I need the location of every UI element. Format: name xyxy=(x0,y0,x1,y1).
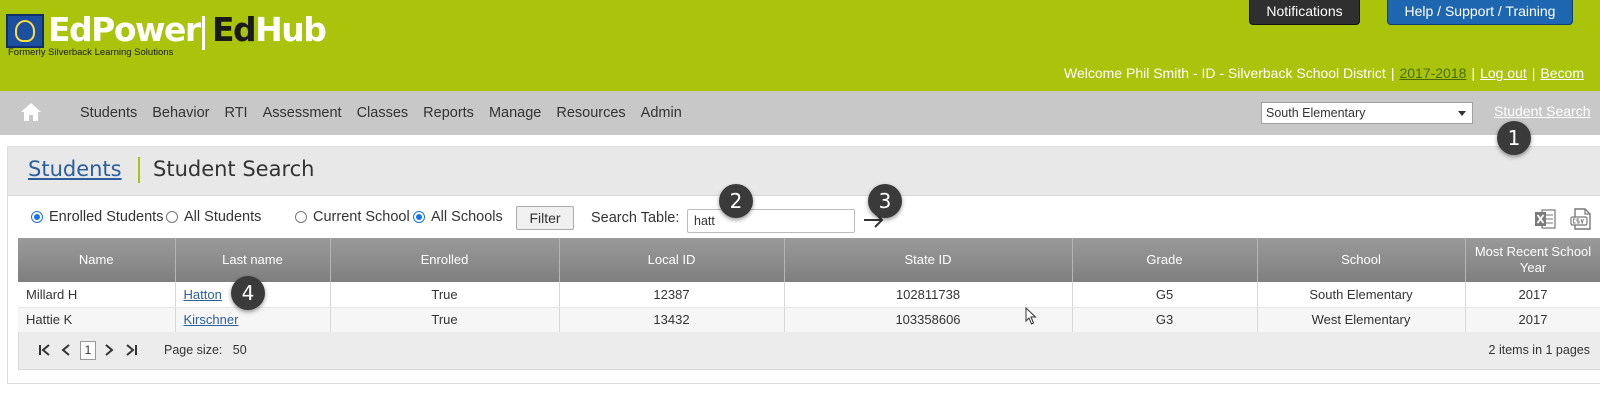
last-page-icon[interactable] xyxy=(125,342,139,358)
all-students-label[interactable]: All Students xyxy=(184,209,261,225)
nav-item-assessment[interactable]: Assessment xyxy=(263,105,342,121)
cell-name: Millard H xyxy=(18,282,176,308)
table-pager: 1 Page size: 50 2 items in 1 pages xyxy=(18,332,1600,370)
first-page-icon[interactable] xyxy=(37,342,51,358)
student-search-link[interactable]: Student Search xyxy=(1494,103,1591,119)
school-select[interactable]: South Elementary xyxy=(1261,102,1473,124)
student-last-name-link[interactable]: Hatton xyxy=(184,287,222,302)
nav-item-behavior[interactable]: Behavior xyxy=(152,105,209,121)
search-table-label: Search Table: xyxy=(591,210,680,226)
student-search-panel: Students Student Search Enrolled Student… xyxy=(7,146,1600,384)
notifications-button[interactable]: Notifications xyxy=(1249,0,1360,25)
school-select-value: South Elementary xyxy=(1266,106,1366,120)
excel-export-icon[interactable] xyxy=(1533,207,1557,231)
pager-summary: 2 items in 1 pages xyxy=(1488,343,1590,357)
cell-grade: G3 xyxy=(1072,307,1258,333)
callout-badge-2: 2 xyxy=(719,184,753,218)
student-last-name-link[interactable]: Kirschner xyxy=(184,312,239,327)
logo-divider xyxy=(202,16,205,50)
column-header-state-id[interactable]: State ID xyxy=(784,238,1073,282)
csv-export-icon[interactable] xyxy=(1569,207,1593,231)
next-page-icon[interactable] xyxy=(102,342,116,358)
cell-school: West Elementary xyxy=(1257,307,1466,333)
nav-item-manage[interactable]: Manage xyxy=(489,105,541,121)
nav-item-students[interactable]: Students xyxy=(80,105,137,121)
cell-enrolled: True xyxy=(330,282,560,308)
nav-item-classes[interactable]: Classes xyxy=(357,105,409,121)
current-school-label[interactable]: Current School xyxy=(313,209,410,225)
become-link[interactable]: Becom xyxy=(1540,65,1584,81)
enrolled-students-label[interactable]: Enrolled Students xyxy=(49,209,163,225)
search-table-input[interactable] xyxy=(687,209,855,233)
nav-item-resources[interactable]: Resources xyxy=(556,105,625,121)
previous-page-icon[interactable] xyxy=(59,342,73,358)
table-row: Hattie K Kirschner True 13432 103358606 … xyxy=(18,307,1600,333)
all-students-radio[interactable] xyxy=(166,211,178,223)
breadcrumb-divider xyxy=(138,157,140,183)
logout-link[interactable]: Log out xyxy=(1480,65,1527,81)
page-size: Page size: 50 xyxy=(164,343,247,357)
cell-name: Hattie K xyxy=(18,307,176,333)
column-header-last-name[interactable]: Last name xyxy=(175,238,331,282)
school-year-link[interactable]: 2017-2018 xyxy=(1399,65,1466,81)
cell-school: South Elementary xyxy=(1257,282,1466,308)
cell-grade: G5 xyxy=(1072,282,1258,308)
logo-edhub-text: EdHub xyxy=(212,10,327,49)
page-title-bar: Students Student Search xyxy=(8,147,1600,196)
cell-school-year: 2017 xyxy=(1465,282,1600,308)
current-school-radio[interactable] xyxy=(295,211,307,223)
cell-enrolled: True xyxy=(330,307,560,333)
callout-badge-4: 4 xyxy=(231,276,265,310)
all-schools-label[interactable]: All Schools xyxy=(431,209,503,225)
help-support-training-button[interactable]: Help / Support / Training xyxy=(1387,0,1573,25)
nav-menu: Students Behavior RTI Assessment Classes… xyxy=(80,91,697,135)
cell-last-name: Kirschner xyxy=(175,307,331,333)
filter-button[interactable]: Filter xyxy=(516,206,574,230)
breadcrumb-students-link[interactable]: Students xyxy=(28,157,122,181)
logo-tagline: Formerly Silverback Learning Solutions xyxy=(8,47,174,58)
enrolled-students-radio[interactable] xyxy=(31,211,43,223)
page-title: Student Search xyxy=(153,157,315,181)
column-header-name[interactable]: Name xyxy=(18,238,176,282)
callout-badge-1: 1 xyxy=(1497,121,1531,155)
cell-school-year: 2017 xyxy=(1465,307,1600,333)
logo-edpower-text: EdPower xyxy=(48,10,201,49)
welcome-bar: Welcome Phil Smith - ID - Silverback Sch… xyxy=(1064,65,1584,81)
column-header-grade[interactable]: Grade xyxy=(1072,238,1258,282)
column-header-local-id[interactable]: Local ID xyxy=(559,238,785,282)
column-header-most-recent-school-year[interactable]: Most Recent School Year xyxy=(1465,238,1600,282)
chevron-down-icon xyxy=(1458,111,1466,116)
table-header-row: Name Last name Enrolled Local ID State I… xyxy=(18,238,1600,282)
filter-bar: Enrolled Students All Students Current S… xyxy=(8,197,1600,239)
nav-item-admin[interactable]: Admin xyxy=(641,105,682,121)
column-header-enrolled[interactable]: Enrolled xyxy=(330,238,560,282)
current-page-indicator[interactable]: 1 xyxy=(80,341,96,360)
cell-local-id: 12387 xyxy=(559,282,785,308)
silverback-emblem-icon xyxy=(6,14,44,48)
cell-local-id: 13432 xyxy=(559,307,785,333)
callout-badge-3: 3 xyxy=(868,184,902,218)
cell-state-id: 102811738 xyxy=(784,282,1073,308)
all-schools-radio[interactable] xyxy=(413,211,425,223)
mouse-pointer-icon xyxy=(1025,307,1037,325)
welcome-text: Welcome Phil Smith - ID - Silverback Sch… xyxy=(1064,65,1386,81)
home-icon[interactable] xyxy=(20,102,42,122)
nav-item-rti[interactable]: RTI xyxy=(224,105,247,121)
app-header: EdPower EdHub Formerly Silverback Learni… xyxy=(0,0,1600,91)
nav-item-reports[interactable]: Reports xyxy=(423,105,474,121)
column-header-school[interactable]: School xyxy=(1257,238,1466,282)
page-size-value[interactable]: 50 xyxy=(233,343,247,357)
